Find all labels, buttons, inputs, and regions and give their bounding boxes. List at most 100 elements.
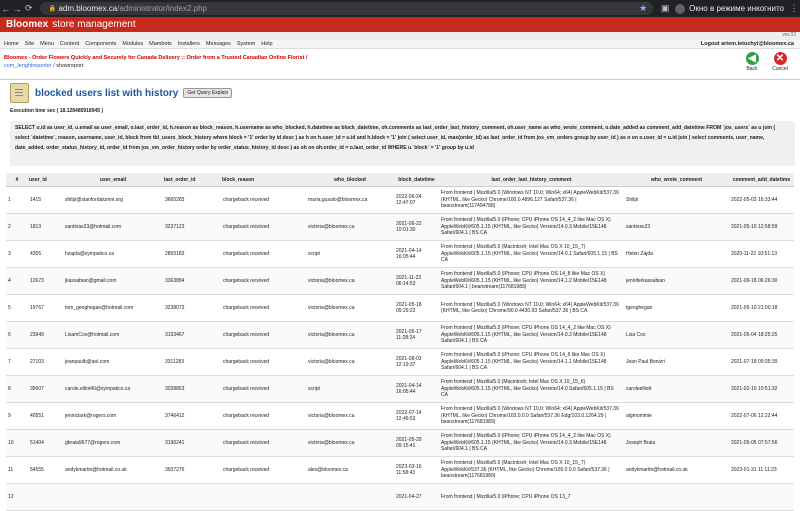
back-button[interactable]: ◀ Back: [741, 52, 763, 72]
table-cell-last_order_last_history_comment: From frontend | Mozilla/5.0 (Macintosh; …: [439, 240, 624, 268]
table-cell-user_id: 1813: [28, 213, 63, 241]
table-cell-last_order_id: 3746412: [163, 402, 221, 430]
col-header[interactable]: block_datetime: [394, 173, 439, 187]
table-row: 5 19767 tom_geoghegan@hotmail.com 3238073 ch…: [6, 294, 794, 322]
cancel-button[interactable]: ✕ Cancel: [769, 52, 791, 72]
table-cell-block_reason: chargeback received: [221, 375, 306, 403]
table-cell-#: 7: [6, 348, 28, 376]
menu-item-home[interactable]: Home: [4, 41, 19, 47]
col-header[interactable]: who_blocked: [306, 173, 394, 187]
forward-arrow-icon[interactable]: →: [11, 4, 22, 14]
menu-item-components[interactable]: Components: [85, 41, 116, 47]
table-cell-user_email: jkassabian@gmail.com: [63, 267, 163, 295]
execution-time: Execution time sec ( 18.128485918945 ): [10, 108, 104, 114]
menu-item-site[interactable]: Site: [25, 41, 34, 47]
url-host: adm.bloomex.ca: [58, 4, 118, 13]
table-cell-block_reason: chargeback received: [221, 240, 306, 268]
table-cell-user_email: tom_geoghegan@hotmail.com: [63, 294, 163, 322]
table-cell-user_email: santinas23@hotmail.com: [63, 213, 163, 241]
table-cell-last_order_id: 3038863: [163, 375, 221, 403]
table-row: 8 35607 carole.elliot40@sympatico.ca 303886…: [6, 375, 794, 403]
more-menu-icon[interactable]: ⋮: [788, 3, 800, 14]
table-cell-user_id: 51404: [28, 429, 63, 457]
cancel-button-label: Cancel: [772, 66, 788, 72]
back-arrow-icon[interactable]: ←: [0, 4, 11, 14]
table-cell-who_wrote_comment: Shilpi: [624, 186, 729, 214]
table-cell-block_reason: chargeback received: [221, 402, 306, 430]
incognito-label[interactable]: Окно в режиме инкогнито: [689, 4, 784, 13]
table-cell-block_reason: chargeback received: [221, 348, 306, 376]
breadcrumb-component[interactable]: com_lenghtreporter: [4, 63, 52, 69]
col-header[interactable]: comment_add_datetime: [729, 173, 794, 187]
table-cell-last_order_last_history_comment: From frontend | Mozilla/5.0 (iPhone; CPU…: [439, 321, 624, 349]
col-header[interactable]: user_id: [28, 173, 63, 187]
menu-item-help[interactable]: Help: [261, 41, 272, 47]
table-cell-#: 2: [6, 213, 28, 241]
table-cell-who_blocked: script: [306, 240, 394, 268]
menu-item-system[interactable]: System: [237, 41, 255, 47]
address-bar[interactable]: 🔒 adm.bloomex.ca/administrator/index2.ph…: [40, 2, 654, 15]
sql-query-text: SELECT u.id as user_id, u.email as user_…: [10, 121, 795, 166]
table-cell-who_blocked: [306, 483, 394, 511]
col-header[interactable]: last_order_id: [163, 173, 221, 187]
table-cell-user_id: 19767: [28, 294, 63, 322]
menu-item-menu[interactable]: Menu: [40, 41, 54, 47]
table-cell-who_wrote_comment: andykmartin@hotmail.co.uk: [624, 456, 729, 484]
reload-icon[interactable]: ⟳: [23, 3, 34, 14]
col-header[interactable]: block_reason: [221, 173, 306, 187]
table-cell-comment_add_datetime: [729, 483, 794, 511]
menu-item-content[interactable]: Content: [60, 41, 79, 47]
table-cell-comment_add_datetime: 2021-05-04 18:25:25: [729, 321, 794, 349]
table-cell-last_order_id: 3363884: [163, 267, 221, 295]
table-cell-last_order_id: 3937276: [163, 456, 221, 484]
table-cell-block_reason: chargeback received: [221, 186, 306, 214]
table-cell-block_reason: chargeback received: [221, 213, 306, 241]
table-cell-block_datetime: 2023-03-16 11:58:43: [394, 456, 439, 484]
table-cell-last_order_last_history_comment: From frontend | Mozilla/5.0 (Windows NT …: [439, 186, 624, 214]
table-cell-who_blocked: victoria@bloomex.ca: [306, 267, 394, 295]
table-cell-last_order_id: 3665283: [163, 186, 221, 214]
breadcrumb: com_lenghtreporter / showreport: [4, 63, 84, 69]
table-cell-last_order_last_history_comment: From frontend | Mozilla/5.0 (iPhone; CPU…: [439, 267, 624, 295]
table-cell-last_order_id: 2855183: [163, 240, 221, 268]
col-header[interactable]: who_wrote_comment: [624, 173, 729, 187]
menu-item-modules[interactable]: Modules: [122, 41, 143, 47]
results-table: # user_id user_email last_order_id block…: [6, 173, 794, 511]
table-cell-block_reason: chargeback received: [221, 456, 306, 484]
table-cell-comment_add_datetime: 2023-01-31 11:11:23: [729, 456, 794, 484]
table-cell-user_email: shilpi@stanfordalumni.org: [63, 186, 163, 214]
table-cell-comment_add_datetime: 2022-05-03 16:33:44: [729, 186, 794, 214]
table-cell-block_datetime: 2021-04-14 16:05:44: [394, 240, 439, 268]
table-cell-comment_add_datetime: 2020-11-22 10:51:13: [729, 240, 794, 268]
table-cell-user_id: 12673: [28, 267, 63, 295]
table-cell-#: 3: [6, 240, 28, 268]
extensions-icon[interactable]: ▣: [659, 3, 671, 14]
table-cell-last_order_last_history_comment: From frontend | Mozilla/5.0 (iPhone; CPU…: [439, 483, 624, 511]
bookmark-star-icon[interactable]: ★: [639, 3, 647, 14]
table-cell-block_reason: chargeback received: [221, 321, 306, 349]
table-cell-who_blocked: victoria@bloomex.ca: [306, 429, 394, 457]
menu-item-installers[interactable]: Installers: [178, 41, 200, 47]
table-cell-last_order_id: 3193467: [163, 321, 221, 349]
menu-item-mambots[interactable]: Mambots: [149, 41, 172, 47]
col-header[interactable]: #: [6, 173, 28, 187]
table-cell-block_datetime: 2021-05-18 09:29:22: [394, 294, 439, 322]
table-cell-comment_add_datetime: 2021-05-10 21:00:18: [729, 294, 794, 322]
table-cell-user_email: carole.elliot40@sympatico.ca: [63, 375, 163, 403]
table-row: 11 54555 andykmartin@hotmail.co.uk 3937276 c…: [6, 456, 794, 484]
col-header[interactable]: last_order_last_history_comment: [439, 173, 624, 187]
table-cell-who_blocked: alex@bloomex.ca: [306, 456, 394, 484]
menu-item-messages[interactable]: Messages: [206, 41, 231, 47]
table-cell-last_order_id: 3311283: [163, 348, 221, 376]
col-header[interactable]: user_email: [63, 173, 163, 187]
get-query-explain-button[interactable]: Get Query Explain: [183, 88, 233, 98]
table-row: 9 40551 jenniclark@rogers.com 3746412 charge…: [6, 402, 794, 430]
table-cell-who_wrote_comment: Lisa Cox: [624, 321, 729, 349]
table-cell-user_email: LisamCox@hotmail.com: [63, 321, 163, 349]
table-cell-who_wrote_comment: tgeoghegan: [624, 294, 729, 322]
table-cell-comment_add_datetime: 2021-02-10 10:51:32: [729, 375, 794, 403]
logout-link[interactable]: Logout artem.letuchyi@bloomex.ca: [701, 41, 794, 47]
brand-name: Bloomex: [6, 19, 49, 30]
table-cell-user_id: 23949: [28, 321, 63, 349]
lock-icon: 🔒: [48, 6, 57, 12]
